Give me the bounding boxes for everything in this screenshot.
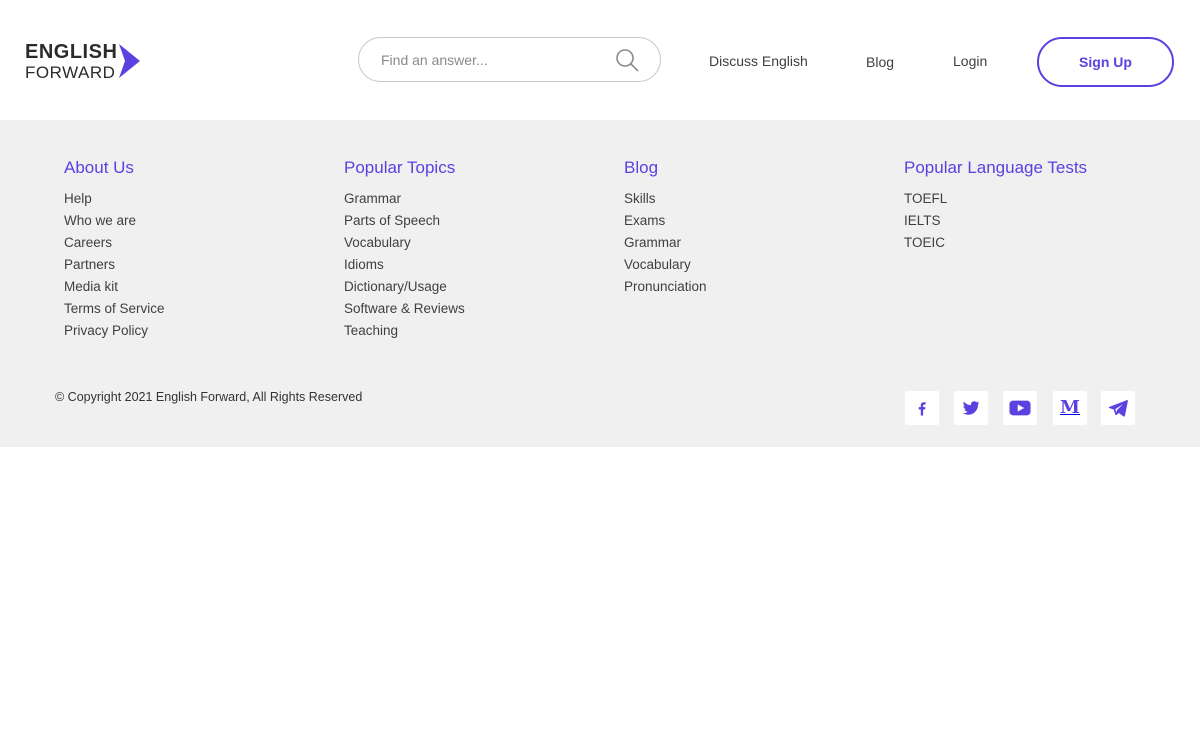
footer-link-grammar[interactable]: Grammar	[344, 191, 401, 206]
footer-heading-tests: Popular Language Tests	[904, 158, 1088, 177]
footer-column-tests: Popular Language Tests TOEFL IELTS TOEIC	[904, 157, 1087, 254]
footer-heading-about: About Us	[64, 158, 134, 177]
copyright-text: © Copyright 2021 English Forward, All Ri…	[55, 390, 363, 404]
footer-link-parts-of-speech[interactable]: Parts of Speech	[344, 213, 440, 228]
footer-link-ielts[interactable]: IELTS	[904, 213, 941, 228]
search-box	[358, 37, 661, 82]
medium-link[interactable]: M	[1053, 391, 1087, 425]
footer-column-topics: Popular Topics Grammar Parts of Speech V…	[344, 157, 465, 342]
footer-link-pronunciation[interactable]: Pronunciation	[624, 279, 707, 294]
nav-discuss-english[interactable]: Discuss English	[709, 52, 808, 70]
footer-link-vocabulary[interactable]: Vocabulary	[344, 235, 411, 250]
logo-arrow-icon	[119, 44, 140, 78]
footer-heading-blog: Blog	[624, 158, 659, 177]
youtube-link[interactable]	[1003, 391, 1037, 425]
footer-link-who-we-are[interactable]: Who we are	[64, 213, 136, 228]
medium-icon: M	[1060, 397, 1080, 418]
footer-link-skills[interactable]: Skills	[624, 191, 656, 206]
logo-line1: ENGLISH	[25, 41, 118, 63]
twitter-link[interactable]	[954, 391, 988, 425]
footer-link-help[interactable]: Help	[64, 191, 92, 206]
footer-heading-topics: Popular Topics	[344, 158, 456, 177]
search-icon[interactable]	[615, 48, 639, 72]
youtube-icon	[1009, 400, 1031, 416]
footer-link-toefl[interactable]: TOEFL	[904, 191, 947, 206]
footer-link-toeic[interactable]: TOEIC	[904, 235, 945, 250]
footer-link-exams[interactable]: Exams	[624, 213, 665, 228]
footer-link-careers[interactable]: Careers	[64, 235, 112, 250]
telegram-link[interactable]	[1101, 391, 1135, 425]
footer-link-blog-grammar[interactable]: Grammar	[624, 235, 681, 250]
sign-up-button[interactable]: Sign Up	[1037, 37, 1174, 87]
footer-link-blog-vocabulary[interactable]: Vocabulary	[624, 257, 691, 272]
footer-link-media-kit[interactable]: Media kit	[64, 279, 118, 294]
footer-column-blog: Blog Skills Exams Grammar Vocabulary Pro…	[624, 157, 707, 298]
footer-link-dictionary-usage[interactable]: Dictionary/Usage	[344, 279, 447, 294]
search-input[interactable]	[381, 49, 611, 71]
footer-link-idioms[interactable]: Idioms	[344, 257, 384, 272]
telegram-icon	[1108, 400, 1128, 417]
footer-link-partners[interactable]: Partners	[64, 257, 115, 272]
site-footer: About Us Help Who we are Careers Partner…	[0, 120, 1200, 447]
footer-column-about: About Us Help Who we are Careers Partner…	[64, 157, 165, 342]
facebook-icon	[918, 402, 926, 416]
twitter-icon	[962, 401, 980, 415]
nav-blog[interactable]: Blog	[866, 53, 894, 71]
site-header: ENGLISH FORWARD Discuss English Blog Log…	[0, 0, 1200, 120]
footer-link-privacy[interactable]: Privacy Policy	[64, 323, 148, 338]
footer-link-terms[interactable]: Terms of Service	[64, 301, 165, 316]
facebook-link[interactable]	[905, 391, 939, 425]
logo-line2: FORWARD	[25, 63, 116, 82]
footer-link-teaching[interactable]: Teaching	[344, 323, 398, 338]
english-forward-logo[interactable]: ENGLISH FORWARD	[25, 41, 145, 83]
footer-link-software-reviews[interactable]: Software & Reviews	[344, 301, 465, 316]
nav-login[interactable]: Login	[953, 52, 987, 70]
